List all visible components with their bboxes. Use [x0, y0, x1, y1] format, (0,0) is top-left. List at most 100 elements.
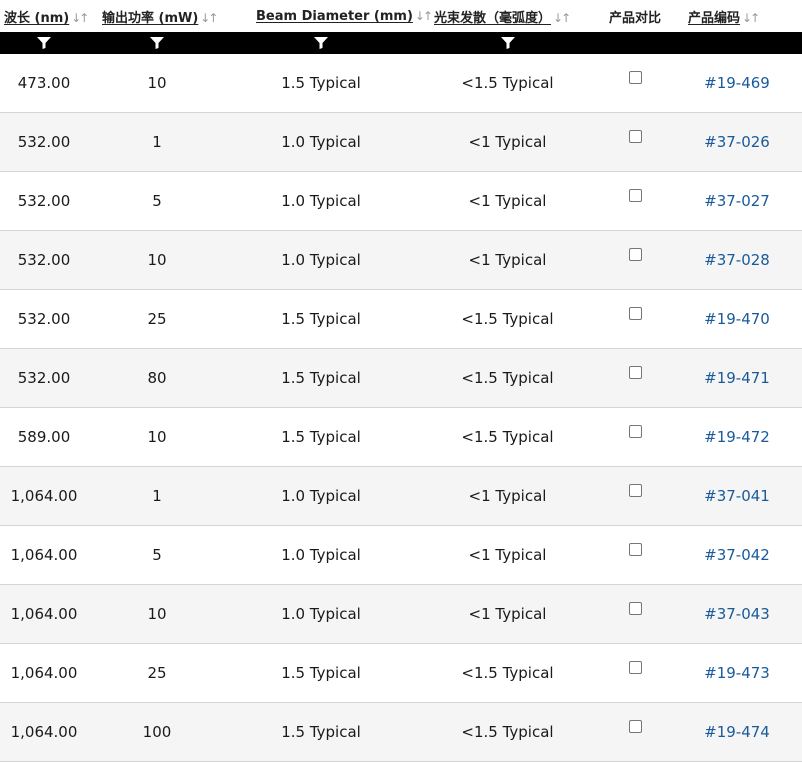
part-number-link[interactable]: #37-028 — [704, 251, 770, 269]
filter-bar — [0, 32, 802, 54]
cell-part-number: #37-041 — [672, 466, 802, 526]
cell-output-power: 5 — [88, 171, 226, 231]
column-header-wavelength[interactable]: 波长 (nm) ↓↑ — [0, 0, 89, 32]
filter-funnel-icon[interactable] — [37, 36, 51, 49]
cell-compare — [599, 702, 672, 762]
cell-part-number: #37-027 — [672, 171, 802, 231]
cell-output-power: 10 — [88, 230, 226, 290]
header-row: 波长 (nm) ↓↑ 输出功率 (mW) ↓↑ Beam Diameter (mm)… — [0, 0, 802, 32]
sort-arrows-icon[interactable]: ↓↑ — [415, 9, 433, 23]
table-row: 1,064.00 100 1.5 Typical <1.5 Typical #19-47… — [0, 702, 802, 762]
part-number-link[interactable]: #37-041 — [704, 487, 770, 505]
table-body: 473.00 10 1.5 Typical <1.5 Typical #19-469 53… — [0, 54, 802, 762]
cell-wavelength: 532.00 — [0, 230, 88, 290]
column-header-label: 产品编码 — [688, 10, 741, 26]
compare-checkbox[interactable] — [629, 543, 642, 556]
filter-cell-empty — [599, 32, 672, 54]
compare-checkbox[interactable] — [629, 130, 642, 143]
filter-cell-empty — [672, 32, 802, 54]
table-row: 532.00 10 1.0 Typical <1 Typical #37-028 — [0, 230, 802, 290]
compare-checkbox[interactable] — [629, 71, 642, 84]
compare-checkbox[interactable] — [629, 661, 642, 674]
cell-wavelength: 1,064.00 — [0, 584, 88, 644]
cell-part-number: #19-469 — [672, 54, 802, 113]
compare-checkbox[interactable] — [629, 484, 642, 497]
cell-compare — [599, 407, 672, 467]
cell-beam-diameter: 1.5 Typical — [226, 702, 416, 762]
column-header-label: Beam Diameter (mm) — [256, 8, 413, 24]
filter-cell-beam-diameter[interactable] — [226, 32, 416, 54]
column-header-part-number[interactable]: 产品编码 ↓↑ — [672, 0, 802, 32]
column-header-beam-divergence[interactable]: 光束发散（毫弧度） ↓↑ — [416, 0, 599, 32]
cell-beam-divergence: <1 Typical — [416, 466, 599, 526]
part-number-link[interactable]: #37-027 — [704, 192, 770, 210]
cell-compare — [599, 54, 672, 113]
compare-checkbox[interactable] — [629, 307, 642, 320]
cell-part-number: #37-028 — [672, 230, 802, 290]
compare-checkbox[interactable] — [629, 248, 642, 261]
filter-funnel-icon[interactable] — [150, 36, 164, 49]
part-number-link[interactable]: #19-471 — [704, 369, 770, 387]
filter-cell-output-power[interactable] — [88, 32, 226, 54]
filter-funnel-icon[interactable] — [500, 36, 515, 49]
cell-output-power: 10 — [88, 584, 226, 644]
compare-checkbox[interactable] — [629, 602, 642, 615]
column-header-label: 输出功率 (mW) — [102, 10, 199, 26]
cell-wavelength: 1,064.00 — [0, 702, 88, 762]
compare-checkbox[interactable] — [629, 425, 642, 438]
cell-compare — [599, 525, 672, 585]
part-number-link[interactable]: #19-474 — [704, 723, 770, 741]
cell-output-power: 5 — [88, 525, 226, 585]
column-header-label: 波长 (nm) — [4, 10, 70, 26]
part-number-link[interactable]: #19-472 — [704, 428, 770, 446]
cell-wavelength: 532.00 — [0, 171, 88, 231]
table-row: 473.00 10 1.5 Typical <1.5 Typical #19-469 — [0, 54, 802, 113]
cell-wavelength: 532.00 — [0, 112, 88, 172]
part-number-link[interactable]: #37-042 — [704, 546, 770, 564]
part-number-link[interactable]: #19-473 — [704, 664, 770, 682]
cell-output-power: 100 — [88, 702, 226, 762]
cell-beam-diameter: 1.0 Typical — [226, 466, 416, 526]
filter-cell-beam-divergence[interactable] — [416, 32, 599, 54]
compare-checkbox[interactable] — [629, 720, 642, 733]
cell-part-number: #37-026 — [672, 112, 802, 172]
part-number-link[interactable]: #37-043 — [704, 605, 770, 623]
cell-beam-divergence: <1 Typical — [416, 525, 599, 585]
part-number-link[interactable]: #19-470 — [704, 310, 770, 328]
cell-beam-diameter: 1.5 Typical — [226, 54, 416, 113]
cell-output-power: 10 — [88, 54, 226, 113]
sort-arrows-icon[interactable]: ↓↑ — [200, 11, 218, 25]
cell-part-number: #19-472 — [672, 407, 802, 467]
cell-beam-diameter: 1.5 Typical — [226, 289, 416, 349]
table-row: 532.00 25 1.5 Typical <1.5 Typical #19-470 — [0, 289, 802, 349]
cell-wavelength: 1,064.00 — [0, 466, 88, 526]
cell-wavelength: 589.00 — [0, 407, 88, 467]
cell-part-number: #37-043 — [672, 584, 802, 644]
part-number-link[interactable]: #19-469 — [704, 74, 770, 92]
column-header-output-power[interactable]: 输出功率 (mW) ↓↑ — [88, 0, 226, 32]
compare-checkbox[interactable] — [629, 366, 642, 379]
sort-arrows-icon[interactable]: ↓↑ — [71, 11, 89, 25]
cell-beam-divergence: <1.5 Typical — [416, 348, 599, 408]
sort-arrows-icon[interactable]: ↓↑ — [742, 11, 760, 25]
table-row: 1,064.00 25 1.5 Typical <1.5 Typical #19-473 — [0, 643, 802, 703]
cell-compare — [599, 643, 672, 703]
cell-wavelength: 1,064.00 — [0, 643, 88, 703]
cell-beam-divergence: <1.5 Typical — [416, 643, 599, 703]
column-header-label: 产品对比 — [609, 10, 662, 26]
part-number-link[interactable]: #37-026 — [704, 133, 770, 151]
cell-output-power: 25 — [88, 643, 226, 703]
compare-checkbox[interactable] — [629, 189, 642, 202]
table-row: 1,064.00 1 1.0 Typical <1 Typical #37-041 — [0, 466, 802, 526]
cell-compare — [599, 466, 672, 526]
cell-wavelength: 532.00 — [0, 289, 88, 349]
cell-beam-divergence: <1.5 Typical — [416, 289, 599, 349]
cell-beam-diameter: 1.0 Typical — [226, 171, 416, 231]
column-header-beam-diameter[interactable]: Beam Diameter (mm) ↓↑ — [226, 0, 433, 32]
cell-compare — [599, 230, 672, 290]
cell-compare — [599, 348, 672, 408]
filter-funnel-icon[interactable] — [314, 36, 328, 49]
filter-cell-wavelength[interactable] — [0, 32, 88, 54]
sort-arrows-icon[interactable]: ↓↑ — [553, 11, 571, 25]
cell-wavelength: 473.00 — [0, 54, 88, 113]
